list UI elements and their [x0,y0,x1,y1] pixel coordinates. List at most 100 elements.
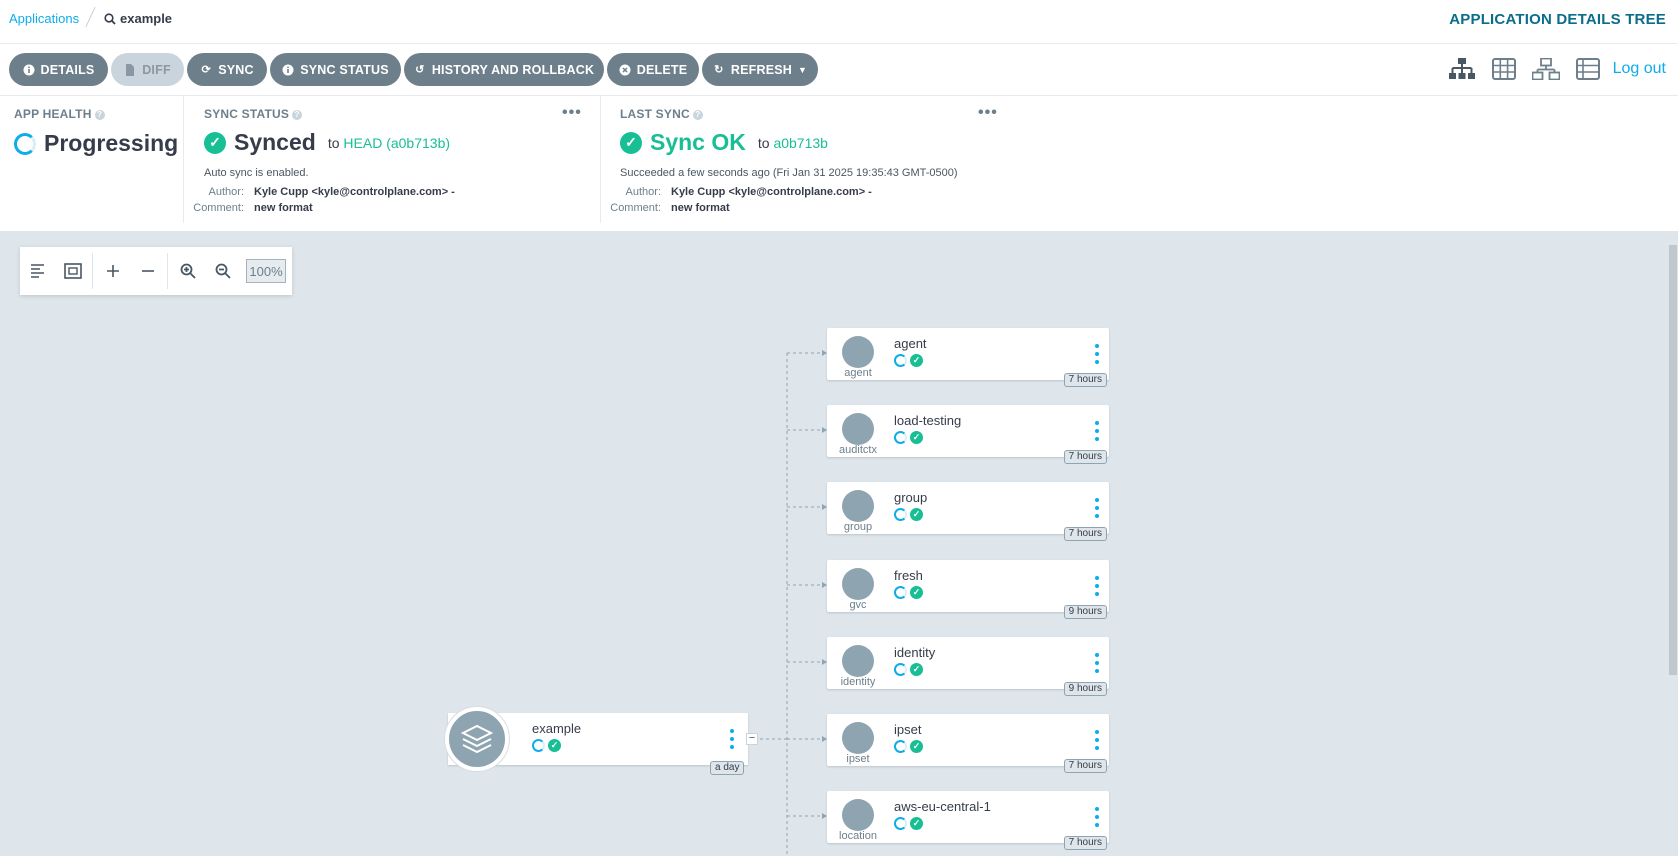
sync-status-heading: SYNC STATUS? [204,107,303,121]
delete-label: DELETE [636,62,688,77]
application-layers-icon [445,707,509,771]
node-menu-icon[interactable] [1095,421,1099,441]
search-icon [104,12,116,25]
resource-kind-icon [842,336,874,368]
resource-kind: gvc [849,599,867,611]
resource-kind-icon [842,490,874,522]
list-view-icon[interactable] [1573,54,1603,84]
help-icon[interactable]: ? [292,109,303,120]
resource-status: ✓ [894,354,923,367]
refresh-icon: ↻ [714,64,724,76]
sync-author-row: Author: Kyle Cupp <kyle@controlplane.com>… [184,186,455,198]
comment-value: new format [254,202,313,214]
info-icon [23,64,35,76]
resource-kind-icon [842,799,874,831]
node-menu-icon[interactable] [1095,576,1099,596]
app-health-panel: APP HEALTH? Progressing [0,96,183,223]
app-node-age: a day [710,761,745,775]
progressing-icon [532,739,545,752]
resource-status: ✓ [894,663,923,676]
sync-status-label: SYNC STATUS [300,62,389,77]
progressing-icon [894,740,907,753]
progressing-icon [894,354,907,367]
vertical-scrollbar[interactable] [1668,231,1678,856]
synced-icon: ✓ [910,740,923,753]
last-sync-comment-row: Comment: new format [601,202,730,214]
node-menu-icon[interactable] [1095,653,1099,673]
action-toolbar: DETAILS DIFF ⟳ SYNC SYNC STATUS ↺ HISTOR… [0,44,1678,96]
app-health-value: Progressing [44,130,179,156]
resource-name: ipset [894,722,922,737]
sync-icon: ⟳ [201,64,211,76]
top-bar: Applications example APPLICATION DETAILS… [0,0,1678,44]
resource-status: ✓ [894,508,923,521]
resource-kind: identity [840,676,876,688]
comment-value: new format [671,202,730,214]
synced-icon: ✓ [910,354,923,367]
history-icon: ↺ [415,64,425,76]
comment-label: Comment: [610,202,661,214]
node-menu-icon[interactable] [730,729,734,749]
author-label: Author: [208,186,244,198]
breadcrumb-current[interactable]: example [104,11,172,26]
details-button[interactable]: DETAILS [9,53,108,86]
node-menu-icon[interactable] [1095,498,1099,518]
grid-view-icon[interactable] [1489,54,1519,84]
network-view-icon[interactable] [1531,54,1561,84]
diff-button[interactable]: DIFF [111,53,184,86]
history-rollback-button[interactable]: ↺ HISTORY AND ROLLBACK [404,53,604,86]
resource-kind-icon [842,645,874,677]
sync-button[interactable]: ⟳ SYNC [187,53,267,86]
refresh-label: REFRESH [730,62,793,77]
resource-tree-canvas[interactable]: 100% example ✓ a day − agent agent ✓ 7 h… [0,231,1678,856]
app-health-heading: APP HEALTH? [14,107,105,121]
breadcrumb-applications[interactable]: Applications [9,11,79,26]
synced-icon: ✓ [548,739,561,752]
last-sync-to: to [757,134,770,151]
progressing-icon [894,817,907,830]
close-circle-icon [619,64,631,76]
synced-icon: ✓ [910,508,923,521]
node-menu-icon[interactable] [1095,807,1099,827]
progressing-icon [894,508,907,521]
sync-status-target-link[interactable]: HEAD (a0b713b) [343,135,450,151]
progressing-icon [894,663,907,676]
diff-label: DIFF [142,62,171,77]
synced-icon: ✓ [910,663,923,676]
collapse-toggle-button[interactable]: − [746,733,758,745]
tree-view-icon[interactable] [1447,54,1477,84]
resource-age: 9 hours [1063,682,1107,696]
sync-status-button[interactable]: SYNC STATUS [270,53,401,86]
resource-age: 7 hours [1063,527,1107,541]
breadcrumb-separator [85,6,96,28]
more-icon[interactable]: ••• [562,104,582,122]
help-icon[interactable]: ? [692,109,703,120]
auto-sync-text: Auto sync is enabled. [204,167,309,179]
delete-button[interactable]: DELETE [607,53,699,86]
sync-status-value-row: ✓ Synced to HEAD (a0b713b) [204,129,450,156]
resource-kind-icon [842,413,874,445]
resource-kind: location [839,830,877,842]
more-icon[interactable]: ••• [978,104,998,122]
logout-link[interactable]: Log out [1613,60,1666,78]
last-sync-target-link[interactable]: a0b713b [773,135,828,151]
last-sync-value: Sync OK [650,129,746,155]
last-sync-succeeded-text: Succeeded a few seconds ago (Fri Jan 31 … [620,167,958,179]
node-menu-icon[interactable] [1095,730,1099,750]
resource-kind: group [843,521,873,533]
resource-kind-icon [842,568,874,600]
resource-name: agent [894,336,927,351]
help-icon[interactable]: ? [94,109,105,120]
last-sync-value-row: ✓ Sync OK to a0b713b [620,129,828,156]
resource-kind-icon [842,722,874,754]
refresh-button[interactable]: ↻ REFRESH ▼ [702,53,818,86]
node-menu-icon[interactable] [1095,344,1099,364]
last-sync-author-row: Author: Kyle Cupp <kyle@controlplane.com>… [601,186,872,198]
resource-age: 7 hours [1063,450,1107,464]
progressing-icon [894,586,907,599]
last-sync-panel: LAST SYNC? ••• ✓ Sync OK to a0b713b Succ… [601,96,1001,223]
progressing-icon [14,132,36,155]
sync-status-panel: SYNC STATUS? ••• ✓ Synced to HEAD (a0b71… [184,96,600,223]
comment-label: Comment: [193,202,244,214]
scrollbar-thumb[interactable] [1669,245,1677,675]
